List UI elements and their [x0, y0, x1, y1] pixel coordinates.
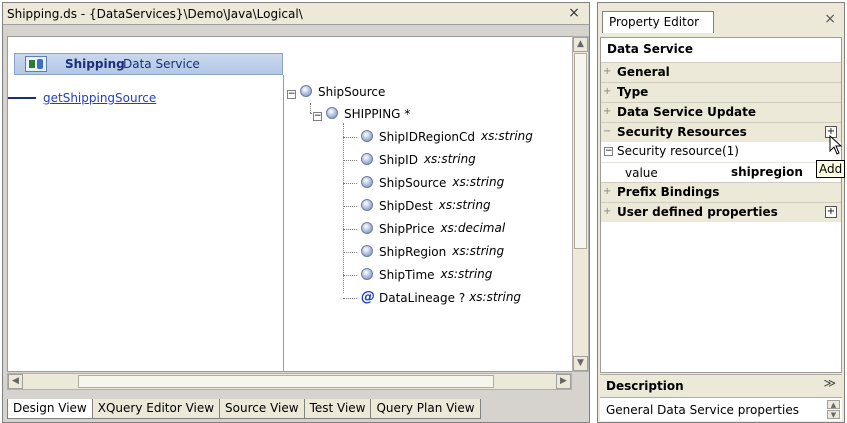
data-service-header[interactable]: Shipping Data Service: [14, 53, 283, 75]
scroll-up-icon[interactable]: ▲: [827, 400, 840, 409]
scroll-down-icon[interactable]: ▼: [827, 410, 840, 419]
scroll-right-icon[interactable]: ▶: [556, 374, 571, 389]
scroll-left-icon[interactable]: ◀: [8, 374, 23, 389]
expand-icon: +: [603, 106, 612, 117]
expand-icon: +: [603, 86, 612, 97]
description-title: Description: [606, 379, 684, 393]
data-service-name: Shipping: [65, 57, 125, 71]
field-node-icon: [361, 153, 373, 165]
field-node-icon: [361, 245, 373, 257]
field-node-icon: [361, 222, 373, 234]
section-user-defined-properties[interactable]: + User defined properties +: [601, 202, 841, 222]
tab-design-view[interactable]: Design View: [7, 399, 93, 419]
property-key: value: [625, 166, 658, 180]
property-editor-panel: Property Editor × Data Service + General…: [597, 2, 846, 423]
close-property-editor-icon[interactable]: ×: [824, 11, 836, 27]
editor-title-bar: Shipping.ds - {DataServices}\Demo\Java\L…: [3, 3, 589, 25]
tab-xquery-editor-view[interactable]: XQuery Editor View: [91, 399, 221, 419]
editor-title: Shipping.ds - {DataServices}\Demo\Java\L…: [7, 7, 303, 21]
canvas-divider: [283, 75, 284, 371]
tree-node-field[interactable]: ShipTime xs:string: [343, 266, 492, 284]
editor-view-tabs: Design View XQuery Editor View Source Vi…: [7, 399, 481, 419]
collapse-icon: −: [603, 126, 612, 137]
property-sheet: Data Service + General + Type + Data Ser…: [600, 37, 842, 373]
tree-connector: [310, 103, 311, 113]
collapse-icon[interactable]: −: [313, 112, 322, 121]
description-text: General Data Service properties: [606, 403, 799, 417]
tab-source-view[interactable]: Source View: [219, 399, 305, 419]
scroll-down-icon[interactable]: ▼: [573, 356, 588, 371]
expand-icon: +: [603, 206, 612, 217]
data-service-editor-panel: Shipping.ds - {DataServices}\Demo\Java\L…: [2, 2, 590, 423]
element-node-icon: [300, 85, 312, 97]
tab-query-plan-view[interactable]: Query Plan View: [370, 399, 481, 419]
tab-property-editor[interactable]: Property Editor: [602, 11, 714, 33]
vertical-scroll-thumb[interactable]: [574, 53, 587, 249]
get-shipping-source-link[interactable]: getShippingSource: [43, 91, 156, 105]
tree-node-attribute[interactable]: @ DataLineage ? xs:string: [343, 289, 521, 307]
function-connector-line: [8, 97, 36, 99]
property-editor-tab-label: Property Editor: [609, 15, 700, 29]
expand-icon: +: [603, 66, 612, 77]
tree-node-field[interactable]: ShipID xs:string: [343, 151, 476, 169]
horizontal-scroll-thumb[interactable]: [78, 375, 494, 388]
expand-icon: +: [603, 186, 612, 197]
section-prefix-bindings[interactable]: + Prefix Bindings: [601, 182, 841, 202]
tab-test-view[interactable]: Test View: [303, 399, 372, 419]
property-value[interactable]: shipregion: [731, 165, 803, 179]
collapse-chevron-icon[interactable]: ≫: [823, 376, 836, 390]
section-type[interactable]: + Type: [601, 82, 841, 102]
mouse-pointer-icon: [829, 135, 843, 155]
horizontal-scrollbar[interactable]: ◀ ▶: [7, 373, 572, 390]
tree-connector: [343, 123, 344, 293]
field-node-icon: [361, 199, 373, 211]
field-node-icon: [361, 176, 373, 188]
tree-node-field[interactable]: ShipDest xs:string: [343, 197, 491, 215]
tree-node-element[interactable]: − SHIPPING *: [313, 105, 410, 123]
tree-node-field[interactable]: ShipRegion xs:string: [343, 243, 504, 261]
property-heading: Data Service: [607, 42, 693, 56]
design-canvas: Shipping Data Service getShippingSource …: [7, 36, 572, 372]
add-tooltip: Add: [816, 160, 846, 178]
vertical-scrollbar[interactable]: ▲ ▼: [572, 36, 589, 372]
tree-node-field[interactable]: ShipIDRegionCd xs:string: [343, 128, 533, 146]
section-security-resources[interactable]: − Security Resources +: [601, 122, 841, 142]
tree-node-field[interactable]: ShipSource xs:string: [343, 174, 504, 192]
description-body: General Data Service properties ▲ ▼: [600, 397, 842, 421]
element-node-icon: [326, 107, 338, 119]
security-resource-value-row[interactable]: value shipregion: [601, 162, 841, 182]
field-node-icon: [361, 130, 373, 142]
security-resource-row[interactable]: − Security resource(1): [601, 142, 841, 162]
scroll-up-icon[interactable]: ▲: [573, 37, 588, 52]
description-header[interactable]: Description ≫: [600, 374, 842, 396]
at-icon: @: [361, 289, 375, 305]
collapse-icon[interactable]: −: [287, 90, 296, 99]
field-node-icon: [361, 268, 373, 280]
data-service-icon: [25, 56, 47, 72]
section-general[interactable]: + General: [601, 62, 841, 82]
add-user-property-button[interactable]: +: [825, 206, 837, 218]
tree-node-root[interactable]: − ShipSource: [287, 83, 385, 101]
collapse-icon[interactable]: −: [604, 147, 613, 156]
section-data-service-update[interactable]: + Data Service Update: [601, 102, 841, 122]
close-editor-icon[interactable]: ×: [567, 5, 581, 21]
data-service-type-label: Data Service: [123, 57, 200, 71]
tree-node-field[interactable]: ShipPrice xs:decimal: [343, 220, 505, 238]
